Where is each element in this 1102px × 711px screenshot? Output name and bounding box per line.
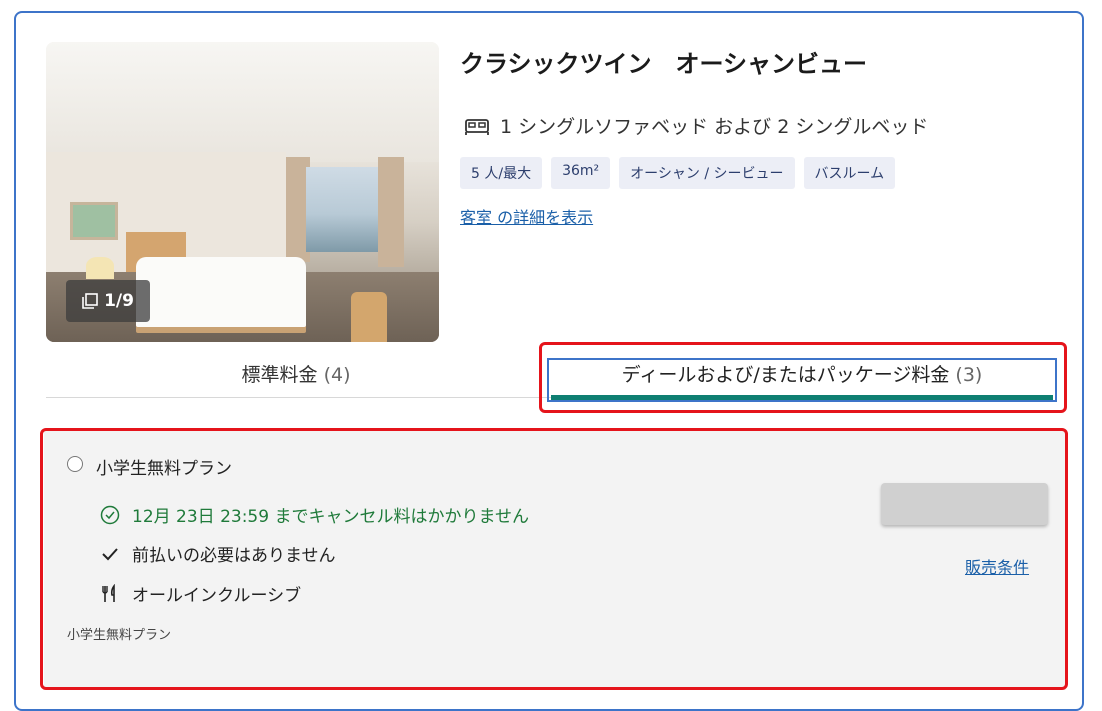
bed-info-text: 1 シングルソファベッド および 2 シングルベッド [500,116,929,138]
bed-info: 1 シングルソファベッド および 2 シングルベッド [464,112,928,139]
gallery-icon [82,293,98,309]
photo-counter-text: 1/9 [104,291,134,311]
photo-ceiling [46,42,439,162]
highlight-box-plan [40,428,1068,690]
bed-icon [465,118,489,135]
tag-view: オーシャン / シービュー [619,157,795,189]
tab-standard-rates[interactable]: 標準料金 (4) [46,352,546,398]
room-photo[interactable]: 1/9 [46,42,439,342]
room-tags: 5 人/最大 36m² オーシャン / シービュー バスルーム [460,157,896,189]
tag-bathroom: バスルーム [803,157,896,189]
room-title: クラシックツイン オーシャンビュー [460,50,868,78]
photo-lamp [86,257,114,279]
highlight-box-tab [539,342,1067,413]
room-details-link[interactable]: 客室 の詳細を表示 [460,204,593,228]
photo-chair [351,292,387,342]
tag-size: 36m² [551,157,611,189]
tab-standard-label: 標準料金 [241,364,318,386]
photo-curtain [378,157,404,267]
photo-bed [136,257,306,327]
tag-occupancy: 5 人/最大 [460,157,543,189]
photo-counter[interactable]: 1/9 [66,280,150,322]
photo-wall-picture [70,202,118,240]
photo-window [306,167,381,252]
tab-standard-count: (4) [323,364,351,386]
